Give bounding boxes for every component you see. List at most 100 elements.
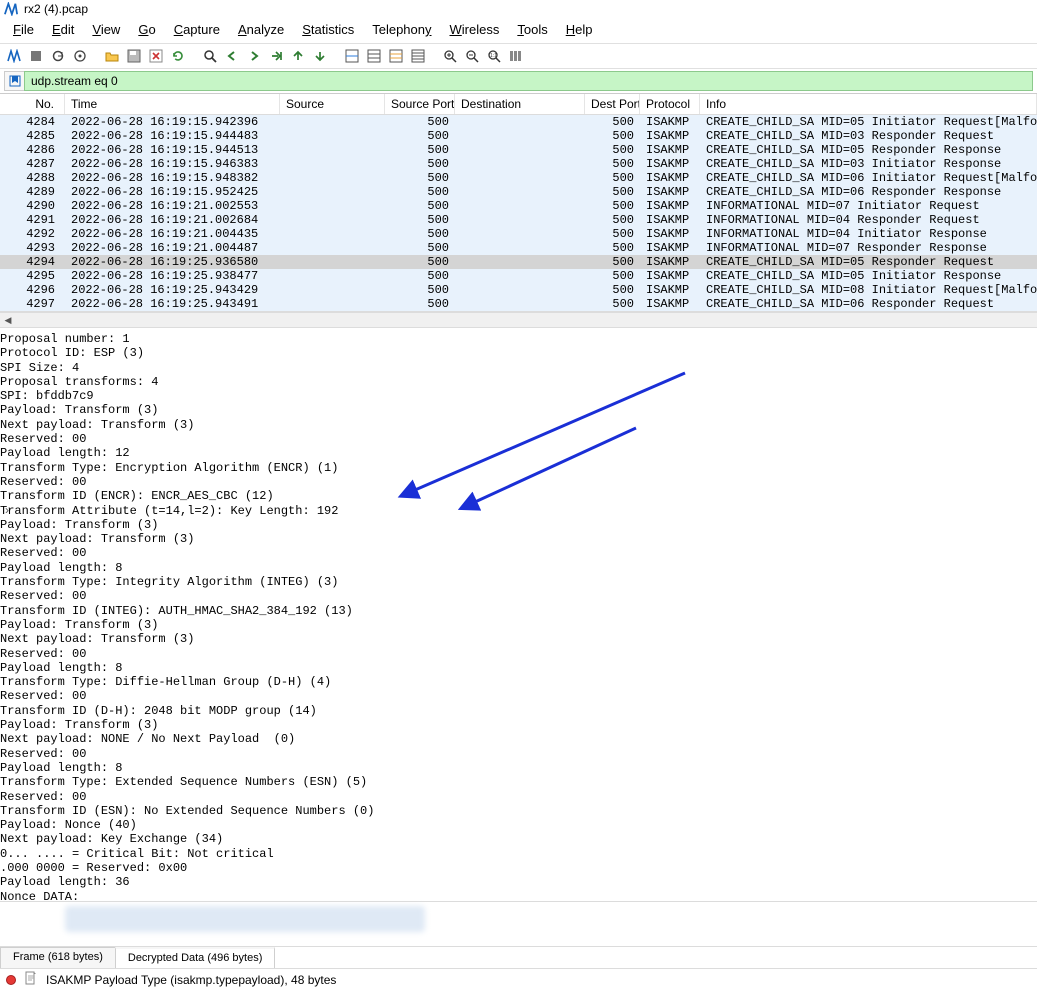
col-protocol[interactable]: Protocol <box>640 94 700 114</box>
detail-line[interactable]: ›Transform Attribute (t=14,l=2): Key Len… <box>0 504 1037 518</box>
col-source[interactable]: Source <box>280 94 385 114</box>
tab-frame[interactable]: Frame (618 bytes) <box>0 947 116 968</box>
packet-row[interactable]: 42852022-06-28 16:19:15.944483500500ISAK… <box>0 129 1037 143</box>
menu-tools[interactable]: Tools <box>508 20 556 39</box>
expert-info-led-icon[interactable] <box>6 975 16 985</box>
col-dest-port[interactable]: Dest Port <box>585 94 640 114</box>
detail-line[interactable]: Next payload: Transform (3) <box>0 418 1037 432</box>
folder-open-icon[interactable] <box>102 46 122 66</box>
detail-line[interactable]: Nonce DATA: <box>0 890 1037 901</box>
detail-line[interactable]: ⌄Payload: Transform (3) <box>0 718 1037 732</box>
layout4-icon[interactable] <box>408 46 428 66</box>
filter-bookmark-icon[interactable] <box>4 71 24 91</box>
layout1-icon[interactable] <box>342 46 362 66</box>
packet-row[interactable]: 42872022-06-28 16:19:15.946383500500ISAK… <box>0 157 1037 171</box>
packet-row[interactable]: 42962022-06-28 16:19:25.943429500500ISAK… <box>0 283 1037 297</box>
packet-bytes-pane[interactable] <box>0 901 1037 946</box>
detail-line[interactable]: Payload length: 12 <box>0 446 1037 460</box>
reload-icon[interactable] <box>168 46 188 66</box>
detail-line[interactable]: .000 0000 = Reserved: 0x00 <box>0 861 1037 875</box>
detail-line[interactable]: Reserved: 00 <box>0 589 1037 603</box>
packet-list-hscrollbar[interactable]: ◀ <box>0 312 1037 328</box>
menu-go[interactable]: Go <box>129 20 164 39</box>
menu-view[interactable]: View <box>83 20 129 39</box>
arrow-down-icon[interactable] <box>310 46 330 66</box>
detail-line[interactable]: Payload length: 8 <box>0 661 1037 675</box>
packet-row[interactable]: 42862022-06-28 16:19:15.944513500500ISAK… <box>0 143 1037 157</box>
detail-line[interactable]: Next payload: Key Exchange (34) <box>0 832 1037 846</box>
col-time[interactable]: Time <box>65 94 280 114</box>
detail-line[interactable]: Reserved: 00 <box>0 546 1037 560</box>
capture-stop-icon[interactable] <box>26 46 46 66</box>
scroll-left-icon[interactable]: ◀ <box>0 313 16 327</box>
magnifier-icon[interactable] <box>200 46 220 66</box>
detail-line[interactable]: Reserved: 00 <box>0 747 1037 761</box>
capture-restart-icon[interactable] <box>48 46 68 66</box>
detail-line[interactable]: Payload length: 8 <box>0 761 1037 775</box>
arrow-jump-icon[interactable] <box>266 46 286 66</box>
detail-line[interactable]: Proposal number: 1 <box>0 332 1037 346</box>
detail-line[interactable]: Transform ID (ENCR): ENCR_AES_CBC (12) <box>0 489 1037 503</box>
col-dest[interactable]: Destination <box>455 94 585 114</box>
detail-line[interactable]: SPI Size: 4 <box>0 361 1037 375</box>
detail-line[interactable]: Next payload: NONE / No Next Payload (0) <box>0 732 1037 746</box>
zoom-fit-icon[interactable]: 1:1 <box>484 46 504 66</box>
detail-line[interactable]: Reserved: 00 <box>0 689 1037 703</box>
detail-line[interactable]: Transform Type: Encryption Algorithm (EN… <box>0 461 1037 475</box>
layout2-icon[interactable] <box>364 46 384 66</box>
packet-row[interactable]: 42922022-06-28 16:19:21.004435500500ISAK… <box>0 227 1037 241</box>
packet-list-header[interactable]: No. Time Source Source Port Destination … <box>0 94 1037 115</box>
detail-line[interactable]: 0... .... = Critical Bit: Not critical <box>0 847 1037 861</box>
detail-line[interactable]: SPI: bfddb7c9 <box>0 389 1037 403</box>
detail-line[interactable]: Payload length: 8 <box>0 561 1037 575</box>
detail-line[interactable]: Reserved: 00 <box>0 647 1037 661</box>
detail-line[interactable]: Payload length: 36 <box>0 875 1037 889</box>
arrow-left-icon[interactable] <box>222 46 242 66</box>
layout3-icon[interactable] <box>386 46 406 66</box>
packet-row[interactable]: 42902022-06-28 16:19:21.002553500500ISAK… <box>0 199 1037 213</box>
packet-row[interactable]: 42882022-06-28 16:19:15.948382500500ISAK… <box>0 171 1037 185</box>
detail-line[interactable]: Transform Type: Extended Sequence Number… <box>0 775 1037 789</box>
packet-row[interactable]: 42932022-06-28 16:19:21.004487500500ISAK… <box>0 241 1037 255</box>
packet-row[interactable]: 42912022-06-28 16:19:21.002684500500ISAK… <box>0 213 1037 227</box>
menu-file[interactable]: File <box>4 20 43 39</box>
detail-line[interactable]: ⌄Payload: Transform (3) <box>0 618 1037 632</box>
detail-line[interactable]: Proposal transforms: 4 <box>0 375 1037 389</box>
menu-analyze[interactable]: Analyze <box>229 20 293 39</box>
detail-line[interactable]: Transform Type: Diffie-Hellman Group (D-… <box>0 675 1037 689</box>
menu-wireless[interactable]: Wireless <box>441 20 509 39</box>
menu-telephony[interactable]: Telephony <box>363 20 440 39</box>
detail-line[interactable]: Reserved: 00 <box>0 475 1037 489</box>
arrow-right-icon[interactable] <box>244 46 264 66</box>
arrow-up-icon[interactable] <box>288 46 308 66</box>
capture-options-icon[interactable] <box>70 46 90 66</box>
packet-row[interactable]: 42952022-06-28 16:19:25.938477500500ISAK… <box>0 269 1037 283</box>
menu-edit[interactable]: Edit <box>43 20 83 39</box>
floppy-save-icon[interactable] <box>124 46 144 66</box>
detail-line[interactable]: Protocol ID: ESP (3) <box>0 346 1037 360</box>
col-src-port[interactable]: Source Port <box>385 94 455 114</box>
detail-line[interactable]: Reserved: 00 <box>0 790 1037 804</box>
detail-line[interactable]: Transform ID (D-H): 2048 bit MODP group … <box>0 704 1037 718</box>
detail-line[interactable]: Next payload: Transform (3) <box>0 532 1037 546</box>
packet-row[interactable]: 42892022-06-28 16:19:15.952425500500ISAK… <box>0 185 1037 199</box>
menu-statistics[interactable]: Statistics <box>293 20 363 39</box>
col-info[interactable]: Info <box>700 94 1037 114</box>
detail-line[interactable]: Reserved: 00 <box>0 432 1037 446</box>
detail-line[interactable]: Next payload: Transform (3) <box>0 632 1037 646</box>
capture-start-icon[interactable] <box>4 46 24 66</box>
detail-line[interactable]: Transform ID (ESN): No Extended Sequence… <box>0 804 1037 818</box>
detail-line[interactable]: ⌄Payload: Transform (3) <box>0 403 1037 417</box>
detail-line[interactable]: Transform ID (INTEG): AUTH_HMAC_SHA2_384… <box>0 604 1037 618</box>
packet-row[interactable]: 42842022-06-28 16:19:15.942396500500ISAK… <box>0 115 1037 129</box>
display-filter-input[interactable] <box>24 71 1033 91</box>
close-x-icon[interactable] <box>146 46 166 66</box>
detail-line[interactable]: ⌄Payload: Transform (3) <box>0 518 1037 532</box>
menu-capture[interactable]: Capture <box>165 20 229 39</box>
menu-help[interactable]: Help <box>557 20 602 39</box>
packet-row[interactable]: 42972022-06-28 16:19:25.943491500500ISAK… <box>0 297 1037 311</box>
detail-line[interactable]: Transform Type: Integrity Algorithm (INT… <box>0 575 1037 589</box>
detail-line[interactable]: ⌄Payload: Nonce (40) <box>0 818 1037 832</box>
zoom-in-icon[interactable] <box>440 46 460 66</box>
packet-details-pane[interactable]: Proposal number: 1Protocol ID: ESP (3)SP… <box>0 328 1037 901</box>
